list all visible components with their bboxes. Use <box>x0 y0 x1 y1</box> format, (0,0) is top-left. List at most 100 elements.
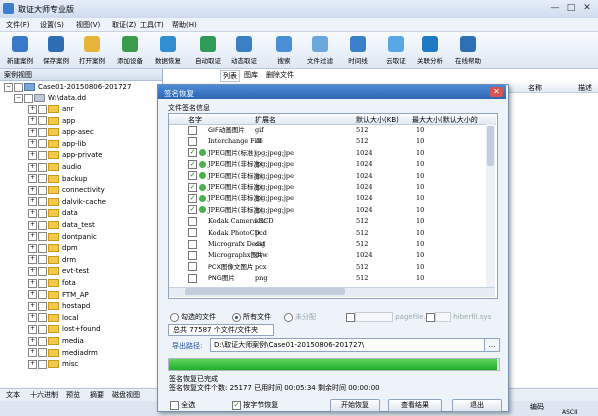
table-row[interactable]: Kodak PhotoCD pcd 512 10 <box>170 228 485 238</box>
row-checkbox[interactable]: ✓ <box>188 159 197 169</box>
toolbar-button-6[interactable]: 动态取证 <box>226 34 262 66</box>
view-results-button[interactable]: 查看结果 <box>388 399 442 412</box>
table-row[interactable]: GIF动画图片 gif 512 10 <box>170 125 485 135</box>
table-row[interactable]: Micrographx图片 drw 1024 10 <box>170 250 485 260</box>
toolbar-button-7[interactable]: 搜索 <box>266 34 302 66</box>
tree-folder[interactable]: + mediadrm <box>28 348 98 358</box>
row-checkbox[interactable] <box>188 250 197 260</box>
hiberfil-checkbox[interactable] <box>426 312 435 322</box>
table-row[interactable]: ✓ JPEG图片(非标准) jpg;jpeg;jpe 1024 10 <box>170 159 485 169</box>
table-row[interactable]: ✓ JPEG图片(标准) jpg;jpeg;jpe 1024 10 <box>170 148 485 158</box>
option-checked-files[interactable]: 勾选的文件 <box>170 312 216 322</box>
header-extension[interactable]: 扩展名 <box>255 115 276 125</box>
toolbar-button-2[interactable]: 打开案例 <box>74 34 110 66</box>
select-all-checkbox[interactable] <box>170 400 179 410</box>
table-row[interactable]: Interchange File iff 512 10 <box>170 136 485 146</box>
column-name[interactable]: 名称 <box>528 83 542 93</box>
row-checkbox[interactable] <box>188 136 197 146</box>
row-checkbox[interactable] <box>188 273 197 283</box>
tree-folder[interactable]: + dalvik-cache <box>28 197 106 207</box>
row-checkbox[interactable] <box>188 216 197 226</box>
radio-checked-files[interactable] <box>170 312 179 322</box>
tree-folder[interactable]: + app <box>28 116 75 126</box>
tree-folder[interactable]: + misc <box>28 359 78 369</box>
tree-folder[interactable]: + data_test <box>28 220 95 230</box>
tree-folder[interactable]: + dpm <box>28 243 78 253</box>
tree-folder[interactable]: + audio <box>28 162 81 172</box>
tab-list[interactable]: 列表 <box>220 70 240 82</box>
table-vertical-scroll-thumb[interactable] <box>487 126 494 166</box>
tree-folder[interactable]: + media <box>28 336 84 346</box>
tree-folder[interactable]: + anr <box>28 104 74 114</box>
maximize-button[interactable]: □ <box>564 3 578 14</box>
toolbar-button-12[interactable]: 在线帮助 <box>450 34 486 66</box>
row-checkbox[interactable]: ✓ <box>188 182 197 192</box>
table-row[interactable]: ✓ JPEG图片(非标准) jpg;jpeg;jpe 1024 10 <box>170 182 485 192</box>
menu-view[interactable]: 视图(V) <box>76 20 100 30</box>
row-checkbox[interactable] <box>188 228 197 238</box>
close-window-button[interactable]: ✕ <box>580 3 594 14</box>
toolbar-button-5[interactable]: 自动取证 <box>190 34 226 66</box>
table-row[interactable]: PCX图像文图片 pcx 512 10 <box>170 262 485 272</box>
tree-folder[interactable]: + app-asec <box>28 127 94 137</box>
select-all[interactable]: 全选 <box>170 400 195 410</box>
toolbar-button-10[interactable]: 云取证 <box>378 34 414 66</box>
radio-all-files[interactable] <box>232 312 241 322</box>
toolbar-button-4[interactable]: 数据恢复 <box>150 34 186 66</box>
tree-folder[interactable]: + local <box>28 313 78 323</box>
table-row[interactable]: Micrografx Desig dsf 512 10 <box>170 239 485 249</box>
option-hiberfil[interactable]: hiberfil.sys <box>426 312 491 322</box>
table-row[interactable]: ✓ JPEG图片(非标准) jpg;jpeg;jpe 1024 10 <box>170 205 485 215</box>
menu-settings[interactable]: 设置(S) <box>40 20 64 30</box>
radio-unallocated[interactable] <box>284 312 293 322</box>
tree-folder[interactable]: + hostapd <box>28 301 90 311</box>
option-all-files[interactable]: 所有文件 <box>232 312 271 322</box>
table-row[interactable]: ✓ JPEG图片(非标准) jpg;jpeg;jpe 1024 10 <box>170 171 485 181</box>
byte-align-checkbox[interactable]: ✓ <box>232 400 241 410</box>
tab-disk-view[interactable]: 磁盘视图 <box>112 390 140 400</box>
start-recovery-button[interactable]: 开始恢复 <box>330 399 380 412</box>
menu-help[interactable]: 帮助(H) <box>172 20 197 30</box>
column-description[interactable]: 描述 <box>578 83 592 93</box>
toolbar-button-1[interactable]: 保存案例 <box>38 34 74 66</box>
tab-deleted-files[interactable]: 删除文件 <box>264 70 296 80</box>
row-checkbox[interactable]: ✓ <box>188 205 197 215</box>
tree-folder[interactable]: + FTM_AP <box>28 290 89 300</box>
tree-folder[interactable]: + app-private <box>28 150 102 160</box>
row-checkbox[interactable]: ✓ <box>188 171 197 181</box>
row-checkbox[interactable] <box>188 125 197 135</box>
tree-case-node[interactable]: − Case01-20150806-201727 <box>4 82 131 92</box>
header-default-size[interactable]: 默认大小(KB) <box>356 115 399 125</box>
tree-folder[interactable]: + backup <box>28 174 87 184</box>
tab-text[interactable]: 文本 <box>6 390 20 400</box>
tree-drive-node[interactable]: − W:\data.dd <box>14 93 86 103</box>
toolbar-button-0[interactable]: 新建案例 <box>2 34 38 66</box>
tree-folder[interactable]: + drm <box>28 255 76 265</box>
tree-folder[interactable]: + connectivity <box>28 185 105 195</box>
menu-forensics[interactable]: 取证(Z) <box>112 20 136 30</box>
tab-gallery[interactable]: 图库 <box>242 70 260 80</box>
tab-preview[interactable]: 预览 <box>66 390 80 400</box>
option-pagefile[interactable]: pagefile.sys <box>346 312 437 322</box>
dialog-close-button[interactable]: ✕ <box>490 87 503 97</box>
toolbar-button-9[interactable]: 时间线 <box>340 34 376 66</box>
header-max-size[interactable]: 最大大小(默认大小的 <box>412 115 484 125</box>
minimize-button[interactable]: — <box>548 3 562 14</box>
table-row[interactable]: PNG图片 png 512 10 <box>170 273 485 283</box>
byte-align-recovery[interactable]: ✓ 按字节恢复 <box>232 400 278 410</box>
table-horizontal-scroll-thumb[interactable] <box>185 288 345 295</box>
tree-folder[interactable]: + data <box>28 208 78 218</box>
menu-tools[interactable]: 工具(T) <box>140 20 164 30</box>
header-name[interactable]: 名字 <box>188 115 202 125</box>
toolbar-button-11[interactable]: 关联分析 <box>412 34 448 66</box>
row-checkbox[interactable] <box>188 239 197 249</box>
table-row[interactable]: Kodak Camera RCD kdc 512 10 <box>170 216 485 226</box>
exit-button[interactable]: 退出 <box>452 399 502 412</box>
tree-folder[interactable]: + app-lib <box>28 139 86 149</box>
row-checkbox[interactable]: ✓ <box>188 148 197 158</box>
tab-hex[interactable]: 十六进制 <box>30 390 58 400</box>
tree-folder[interactable]: + lost+found <box>28 324 101 334</box>
tab-summary[interactable]: 摘要 <box>90 390 104 400</box>
browse-button[interactable]: ... <box>484 338 500 352</box>
export-path-input[interactable]: D:\取证大师案例\Case01-20150806-201727\ <box>210 338 485 352</box>
